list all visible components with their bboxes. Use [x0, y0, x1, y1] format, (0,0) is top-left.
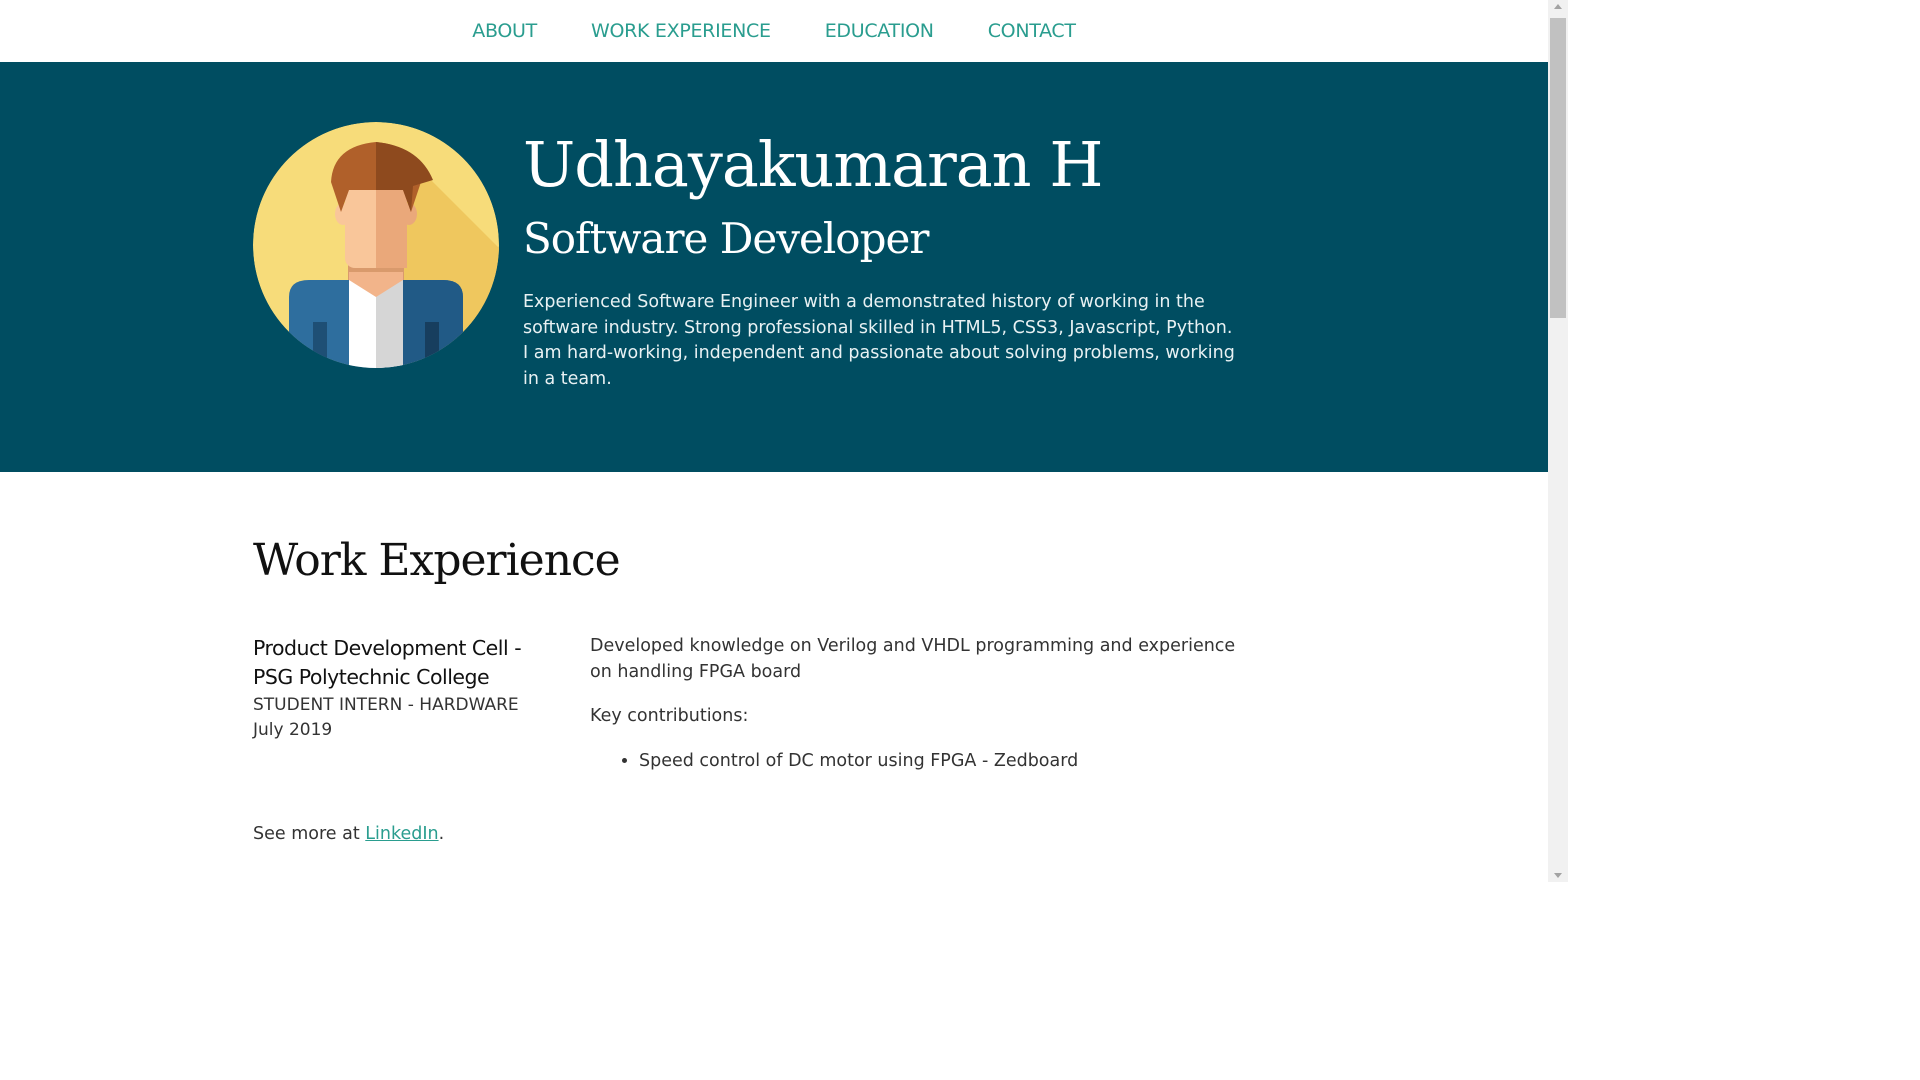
person-avatar-icon [253, 122, 499, 368]
scroll-up-arrow-icon[interactable] [1554, 4, 1562, 9]
key-contributions-label: Key contributions: [590, 706, 749, 726]
hero-section: Udhayakumaran H Software Developer Exper… [0, 62, 1548, 472]
linkedin-link[interactable]: LinkedIn [365, 824, 438, 844]
vertical-scrollbar[interactable] [1548, 0, 1568, 882]
profile-name: Udhayakumaran H [523, 128, 1103, 201]
job-position: STUDENT INTERN - HARDWARE [253, 695, 519, 715]
nav-link-contact[interactable]: CONTACT [988, 20, 1076, 42]
job-header: Product Development Cell - PSG Polytechn… [253, 634, 553, 743]
scroll-down-arrow-icon[interactable] [1554, 873, 1562, 878]
section-title-work-experience: Work Experience [253, 535, 621, 586]
nav-link-about[interactable]: ABOUT [472, 20, 537, 42]
top-nav: ABOUT WORK EXPERIENCE EDUCATION CONTACT [0, 0, 1548, 62]
profile-role: Software Developer [523, 214, 929, 263]
see-more-text: See more at LinkedIn. [253, 824, 444, 844]
list-item: Speed control of DC motor using FPGA - Z… [639, 749, 1240, 775]
nav-link-education[interactable]: EDUCATION [825, 20, 934, 42]
job-description: Developed knowledge on Verilog and VHDL … [590, 636, 1236, 682]
scrollbar-thumb[interactable] [1550, 18, 1566, 318]
profile-summary: Experienced Software Engineer with a dem… [523, 292, 1235, 389]
job-date: July 2019 [253, 720, 333, 740]
contributions-list: Speed control of DC motor using FPGA - Z… [590, 749, 1240, 775]
see-more-prefix: See more at [253, 824, 366, 844]
nav-link-work-experience[interactable]: WORK EXPERIENCE [591, 20, 771, 42]
see-more-suffix: . [438, 824, 445, 844]
job-details: Developed knowledge on Verilog and VHDL … [590, 634, 1240, 774]
job-company: Product Development Cell - PSG Polytechn… [253, 636, 522, 689]
